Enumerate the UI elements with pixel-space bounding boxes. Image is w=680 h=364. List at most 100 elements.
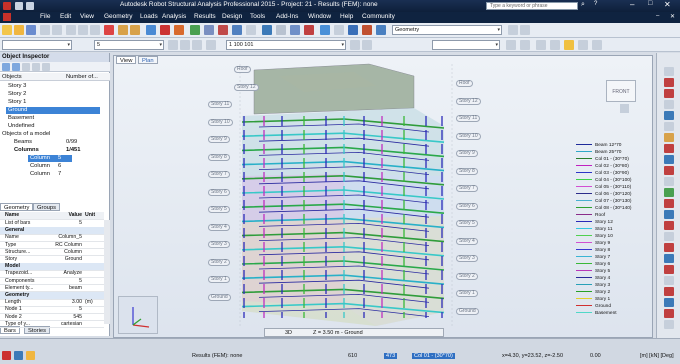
tool-g-icon[interactable] xyxy=(592,40,602,50)
inspector-tool-c-icon[interactable] xyxy=(22,63,30,71)
status-icon-c[interactable] xyxy=(26,351,35,360)
left-story-tag[interactable]: Story 6 xyxy=(208,188,230,196)
right-tool-icon[interactable] xyxy=(664,188,674,197)
building-model[interactable] xyxy=(114,56,653,338)
col-number[interactable]: Number of... xyxy=(66,74,98,80)
delete-icon[interactable] xyxy=(104,25,114,35)
col-objects[interactable]: Objects xyxy=(2,74,22,80)
right-tool-icon[interactable] xyxy=(664,320,674,329)
cut-icon[interactable] xyxy=(66,25,76,35)
filter-icon[interactable] xyxy=(180,40,190,50)
viewcube[interactable]: FRONT xyxy=(606,80,636,102)
table-icon[interactable] xyxy=(246,25,256,35)
tree-story-3[interactable]: Story 3 xyxy=(8,83,26,89)
menu-file[interactable]: File xyxy=(40,13,50,20)
quick-open-icon[interactable] xyxy=(15,2,23,10)
right-tool-icon[interactable] xyxy=(664,111,674,120)
view-mode-label[interactable]: 3D xyxy=(285,329,292,337)
left-story-tag[interactable]: Story 7 xyxy=(208,171,230,178)
structure-view[interactable]: View Plan FRONT 3D Z = 3.50 m - Ground R… xyxy=(113,55,653,338)
inspector-tool-a-icon[interactable] xyxy=(2,63,10,71)
left-story-tag[interactable]: Story 1 xyxy=(208,276,230,283)
help-icon[interactable]: ? xyxy=(594,1,597,7)
magnet-icon[interactable] xyxy=(174,25,184,35)
inspector-tool-e-icon[interactable] xyxy=(42,63,50,71)
right-tool-icon[interactable] xyxy=(664,133,674,142)
left-story-tag[interactable]: Story 8 xyxy=(208,153,230,161)
left-story-tag[interactable]: Story 11 xyxy=(208,101,233,108)
left-story-tag[interactable]: Ground xyxy=(208,293,231,301)
tool-a-icon[interactable] xyxy=(506,40,516,50)
edit-icon[interactable] xyxy=(206,40,216,50)
right-tool-icon[interactable] xyxy=(664,243,674,252)
right-story-tag[interactable]: Story 7 xyxy=(456,185,478,192)
offset-icon[interactable] xyxy=(376,25,386,35)
right-story-tag[interactable]: Story 5 xyxy=(456,220,478,227)
results-icon[interactable] xyxy=(160,25,170,35)
status-icon-a[interactable] xyxy=(2,351,11,360)
copy-icon[interactable] xyxy=(78,25,88,35)
tab-groups[interactable]: Groups xyxy=(33,203,61,211)
left-story-tag[interactable]: Story 12 xyxy=(234,83,259,91)
menu-view[interactable]: View xyxy=(80,13,94,20)
right-story-tag[interactable]: Ground xyxy=(456,307,479,315)
menu-analysis[interactable]: Analysis xyxy=(162,13,186,20)
structure-icon[interactable] xyxy=(232,25,242,35)
tool-e-icon[interactable] xyxy=(564,40,574,50)
bar-icon[interactable] xyxy=(334,25,344,35)
right-story-tag[interactable]: Story 1 xyxy=(456,290,478,297)
menu-community[interactable]: Community xyxy=(362,13,395,20)
display-icon[interactable] xyxy=(204,25,214,35)
app-logo-icon[interactable] xyxy=(3,2,11,10)
menu-add-ins[interactable]: Add-Ins xyxy=(276,13,298,20)
undo-icon[interactable] xyxy=(118,25,128,35)
release-icon[interactable] xyxy=(362,25,372,35)
left-story-tag[interactable]: Roof xyxy=(234,66,251,73)
home-view-icon[interactable] xyxy=(620,104,629,113)
selection-combo-a[interactable]: ▾ xyxy=(2,40,72,50)
zoom-icon[interactable] xyxy=(276,25,286,35)
menu-loads[interactable]: Loads xyxy=(140,13,158,20)
support-icon[interactable] xyxy=(348,25,358,35)
search-input[interactable]: Type a keyword or phrase xyxy=(486,2,578,10)
case-combo[interactable]: 1 100 101 ▾ xyxy=(226,40,346,50)
new-icon[interactable] xyxy=(2,25,12,35)
snap-icon[interactable] xyxy=(192,40,202,50)
tree-column-6[interactable]: Column xyxy=(30,163,50,169)
right-tool-icon[interactable] xyxy=(664,144,674,153)
tree-story-2[interactable]: Story 2 xyxy=(8,91,26,97)
menu-design[interactable]: Design xyxy=(222,13,242,20)
right-story-tag[interactable]: Story 3 xyxy=(456,255,478,262)
search-icon[interactable]: ⌕ xyxy=(581,1,585,9)
inspector-tool-d-icon[interactable] xyxy=(32,63,40,71)
inspector-tool-b-icon[interactable] xyxy=(12,63,20,71)
right-story-tag[interactable]: Story 9 xyxy=(456,150,478,157)
left-story-tag[interactable]: Story 5 xyxy=(208,206,230,213)
tree-story-1[interactable]: Story 1 xyxy=(8,99,26,105)
grid-row[interactable]: Type of y... cartesian xyxy=(0,321,104,329)
right-story-tag[interactable]: Story 2 xyxy=(456,272,478,280)
right-tool-icon[interactable] xyxy=(664,276,674,285)
right-tool-icon[interactable] xyxy=(664,166,674,175)
left-story-tag[interactable]: Story 4 xyxy=(208,223,230,231)
filter-combo[interactable]: ▾ xyxy=(432,40,500,50)
close-icon[interactable]: ✕ xyxy=(664,0,671,9)
layout-combo[interactable]: Geometry ▾ xyxy=(392,25,502,35)
preview-icon[interactable] xyxy=(52,25,62,35)
right-tool-icon[interactable] xyxy=(664,199,674,208)
open-icon[interactable] xyxy=(14,25,24,35)
tree-ground-selected[interactable]: Ground xyxy=(6,107,100,114)
view-3d-icon[interactable] xyxy=(290,25,300,35)
right-tool-icon[interactable] xyxy=(664,221,674,230)
right-story-tag[interactable]: Story 12 xyxy=(456,97,481,105)
paste-icon[interactable] xyxy=(90,25,100,35)
right-story-tag[interactable]: Story 4 xyxy=(456,237,478,245)
menu-results[interactable]: Results xyxy=(194,13,216,20)
case-next-icon[interactable] xyxy=(362,40,372,50)
status-units[interactable]: [m] [kN] [Deg] xyxy=(640,353,674,359)
section-icon[interactable] xyxy=(218,25,228,35)
tool-b-icon[interactable] xyxy=(520,40,530,50)
right-story-tag[interactable]: Story 6 xyxy=(456,202,478,210)
tree-column-7[interactable]: Column xyxy=(30,171,50,177)
right-tool-icon[interactable] xyxy=(664,210,674,219)
